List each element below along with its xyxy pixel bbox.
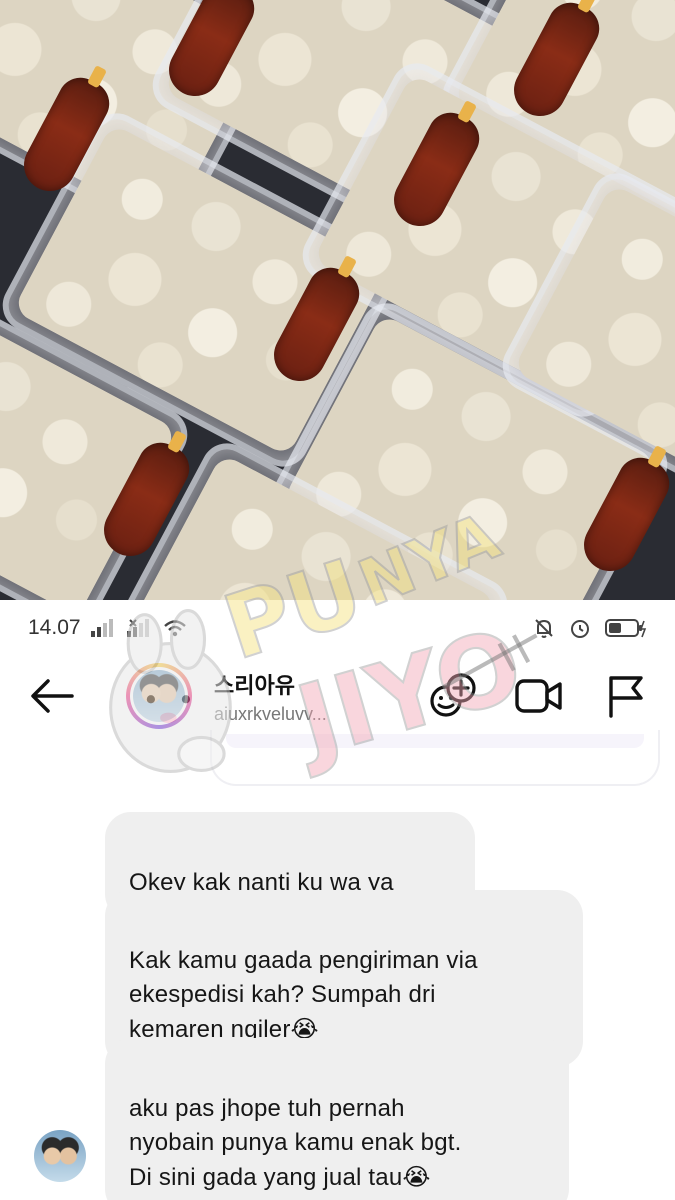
avatar[interactable] [126, 663, 192, 729]
sender-avatar[interactable] [34, 1130, 86, 1182]
username: 스리아유 [214, 672, 295, 698]
signal-icon [90, 619, 117, 637]
video-call-button[interactable] [513, 670, 565, 722]
flag-icon [609, 676, 643, 718]
add-people-button[interactable] [427, 670, 479, 722]
wifi-icon [163, 619, 187, 637]
report-button[interactable] [599, 670, 651, 722]
previous-shared-card[interactable] [210, 730, 660, 786]
signal-icon [126, 619, 153, 637]
back-arrow-icon [31, 679, 74, 713]
bell-off-icon [533, 617, 555, 639]
alarm-icon [569, 617, 591, 639]
food-photo [0, 0, 675, 600]
battery-icon [605, 617, 647, 639]
video-call-icon [515, 679, 562, 713]
user-info[interactable]: 스리아유 aiuxrkveluvv... [214, 668, 384, 725]
status-time: 14.07 [28, 616, 81, 639]
back-button[interactable] [22, 666, 82, 726]
chat-header: 스리아유 aiuxrkveluvv... [0, 656, 675, 736]
message-thread[interactable]: Okey kak nanti ku wa ya Kak kamu gaada p… [0, 730, 675, 1200]
message-bubble[interactable]: aku pas jhope tuh pernah nyobain punya k… [105, 1038, 569, 1200]
user-handle: aiuxrkveluvv... [214, 703, 327, 724]
status-bar: 14.07 [0, 600, 675, 656]
loudly-crying-face-emoji: 😭 [402, 1163, 431, 1191]
add-people-icon [430, 673, 476, 717]
